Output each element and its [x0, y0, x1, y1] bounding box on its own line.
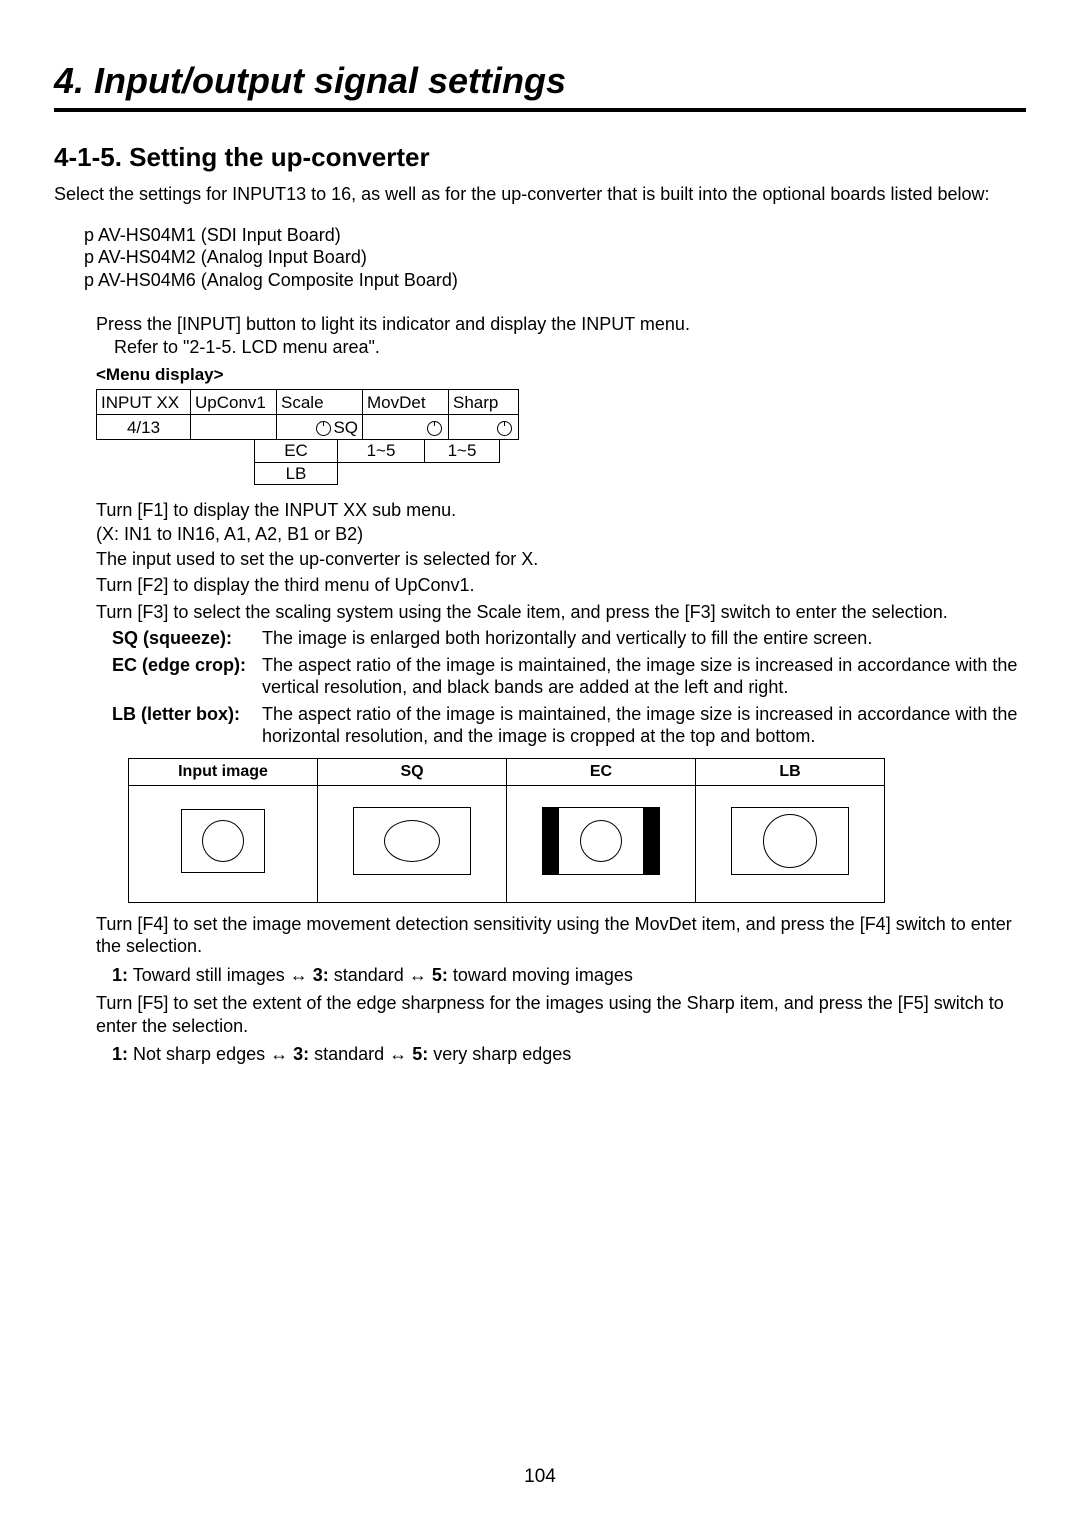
diagram-cell-sq: [318, 785, 507, 902]
menu-display-label: <Menu display>: [96, 364, 1026, 385]
scale-key: 3:: [313, 965, 329, 985]
turn-f3: Turn [F3] to select the scaling system u…: [96, 601, 1026, 624]
option-cell: LB: [255, 462, 338, 484]
definition-desc: The aspect ratio of the image is maintai…: [262, 654, 1026, 699]
option-cell-empty: [425, 462, 500, 484]
menu-cell: [191, 415, 277, 440]
frame-sq: [353, 807, 471, 875]
option-cell: 1~5: [425, 440, 500, 462]
frame-input: [181, 809, 265, 873]
menu-options-table: EC 1~5 1~5 LB: [254, 439, 500, 485]
menu-cell: UpConv1: [191, 390, 277, 415]
turn-f1-line1: Turn [F1] to display the INPUT XX sub me…: [96, 499, 1026, 522]
diagram-header: Input image: [129, 758, 318, 785]
rotary-icon: [427, 421, 442, 436]
menu-cell: Scale: [277, 390, 363, 415]
definition-term: SQ (squeeze):: [112, 627, 262, 650]
aspect-diagram-table: Input image SQ EC LB: [128, 758, 885, 903]
chapter-title: 4. Input/output signal settings: [54, 60, 1026, 112]
scale-key: 3:: [293, 1044, 309, 1064]
diagram-header: LB: [696, 758, 885, 785]
list-item: p AV-HS04M2 (Analog Input Board): [84, 246, 1026, 269]
turn-f1-line2: (X: IN1 to IN16, A1, A2, B1 or B2): [96, 523, 1026, 546]
definition-term: EC (edge crop):: [112, 654, 262, 699]
diagram-header: EC: [507, 758, 696, 785]
scale-value: Not sharp edges ↔: [128, 1044, 293, 1064]
scale-value: standard ↔: [309, 1044, 412, 1064]
step-line: Press the [INPUT] button to light its in…: [96, 313, 1026, 336]
option-cell-empty: [338, 462, 425, 484]
scale-value: toward moving images: [448, 965, 633, 985]
menu-cell: [449, 415, 519, 440]
scale-key: 5:: [432, 965, 448, 985]
scale-value: very sharp edges: [428, 1044, 571, 1064]
scale-value: Toward still images ↔: [128, 965, 313, 985]
movdet-scale: 1: Toward still images ↔ 3: standard ↔ 5…: [112, 964, 1026, 987]
ellipse-icon: [384, 820, 440, 862]
option-cell: 1~5: [338, 440, 425, 462]
circle-icon: [202, 820, 244, 862]
diagram-header: SQ: [318, 758, 507, 785]
definition-row-ec: EC (edge crop): The aspect ratio of the …: [112, 654, 1026, 699]
menu-cell: MovDet: [363, 390, 449, 415]
menu-cell: SQ: [277, 415, 363, 440]
menu-cell: INPUT XX: [97, 390, 191, 415]
turn-f1-line3: The input used to set the up-converter i…: [96, 548, 1026, 571]
rotary-icon: [497, 421, 512, 436]
board-list: p AV-HS04M1 (SDI Input Board) p AV-HS04M…: [84, 224, 1026, 292]
list-item: p AV-HS04M6 (Analog Composite Input Boar…: [84, 269, 1026, 292]
scale-key: 5:: [412, 1044, 428, 1064]
definition-term: LB (letter box):: [112, 703, 262, 748]
page-root: 4. Input/output signal settings 4-1-5. S…: [0, 0, 1080, 1524]
frame-lb: [731, 807, 849, 875]
intro-paragraph: Select the settings for INPUT13 to 16, a…: [54, 183, 1026, 206]
list-item: p AV-HS04M1 (SDI Input Board): [84, 224, 1026, 247]
menu-cell: Sharp: [449, 390, 519, 415]
menu-cell: [363, 415, 449, 440]
definition-row-sq: SQ (squeeze): The image is enlarged both…: [112, 627, 1026, 650]
definition-desc: The aspect ratio of the image is maintai…: [262, 703, 1026, 748]
scale-key: 1:: [112, 1044, 128, 1064]
scale-value: standard ↔: [329, 965, 432, 985]
scale-key: 1:: [112, 965, 128, 985]
diagram-cell-lb: [696, 785, 885, 902]
turn-f5: Turn [F5] to set the extent of the edge …: [96, 992, 1026, 1037]
menu-cell: 4/13: [97, 415, 191, 440]
turn-f4: Turn [F4] to set the image movement dete…: [96, 913, 1026, 958]
circle-icon: [580, 820, 622, 862]
sharp-scale: 1: Not sharp edges ↔ 3: standard ↔ 5: ve…: [112, 1043, 1026, 1066]
page-number: 104: [0, 1466, 1080, 1488]
turn-f2: Turn [F2] to display the third menu of U…: [96, 574, 1026, 597]
rotary-icon: [316, 421, 331, 436]
menu-display-table: INPUT XX UpConv1 Scale MovDet Sharp 4/13…: [96, 389, 519, 440]
step-refer: Refer to "2-1-5. LCD menu area".: [114, 336, 1026, 359]
definition-row-lb: LB (letter box): The aspect ratio of the…: [112, 703, 1026, 748]
menu-value: SQ: [333, 418, 358, 437]
frame-ec: [542, 807, 660, 875]
section-title: 4-1-5. Setting the up-converter: [54, 142, 1026, 173]
circle-icon: [763, 814, 817, 868]
option-cell: EC: [255, 440, 338, 462]
diagram-cell-ec: [507, 785, 696, 902]
diagram-cell-input: [129, 785, 318, 902]
definition-desc: The image is enlarged both horizontally …: [262, 627, 1026, 650]
